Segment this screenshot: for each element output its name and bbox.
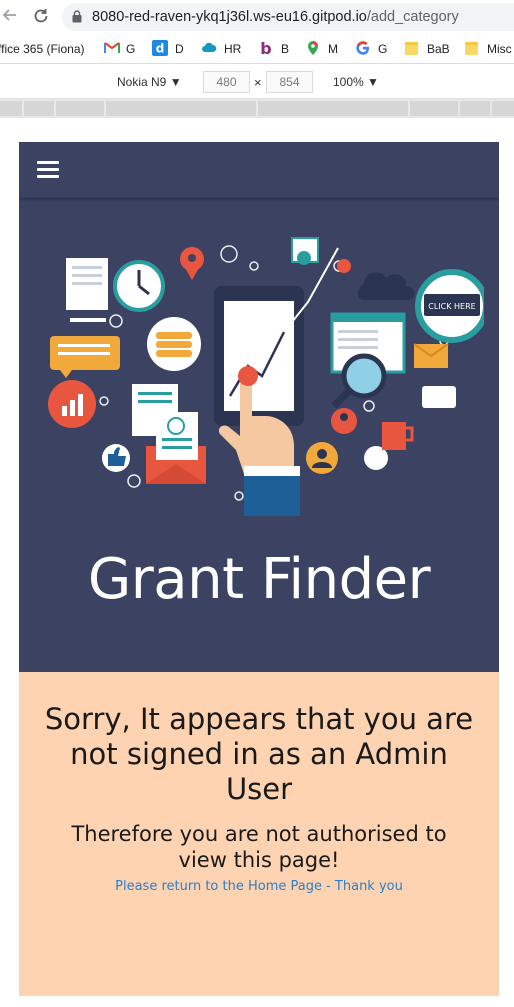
device-viewport: CLICK HERE Grant Finder Sorry, It appear… [19,142,499,996]
bookmarks-bar: ffice 365 (Fiona) G d D HR b B M G BaB M… [0,34,514,64]
not-authorised-message: Therefore you are not authorised to view… [71,822,447,872]
hero-wave [19,622,499,652]
business-illustration: CLICK HERE [48,237,484,516]
zoom-select[interactable]: 100% ▼ [333,75,379,89]
ruler-segment[interactable] [24,101,54,116]
dropdown-arrow-icon: ▼ [367,75,379,89]
home-page-link[interactable]: Please return to the Home Page - Thank y… [19,879,499,894]
device-select[interactable]: Nokia N9 ▼ [117,75,182,89]
url-bar[interactable]: 8080-red-raven-ykq1j36l.ws-eu16.gitpod.i… [62,3,514,31]
ruler-segment[interactable] [492,101,514,116]
site-title: Grant Finder [87,547,431,612]
ruler-segment[interactable] [410,101,458,116]
media-query-ruler [0,99,514,118]
ruler-segment[interactable] [0,101,22,116]
ruler-segment[interactable] [258,101,408,116]
gmail-icon [104,42,120,53]
bookmark-office[interactable]: ffice 365 (Fiona) [0,40,85,58]
bookmark-misc[interactable]: Misc [487,40,512,58]
ruler-segment[interactable] [56,101,104,116]
bookmark-hr[interactable]: HR [224,40,241,58]
d-icon: d [152,40,168,56]
svg-text:d: d [156,42,165,56]
click-here-label: CLICK HERE [428,302,475,311]
bookmark-b[interactable]: B [281,40,289,58]
not-admin-heading: Sorry, It appears that you are not signe… [44,702,474,806]
reload-icon[interactable] [31,7,51,27]
folder-icon [405,42,418,55]
bookmark-bab[interactable]: BaB [427,40,450,58]
url-text: 8080-red-raven-ykq1j36l.ws-eu16.gitpod.i… [92,9,459,25]
google-icon [356,41,369,55]
bookmark-g2[interactable]: G [378,40,387,58]
folder-icon [465,42,478,55]
ruler-segment[interactable] [106,101,256,116]
bookmark-d[interactable]: D [175,40,184,58]
svg-text:b: b [260,40,271,56]
hamburger-menu-icon[interactable] [37,161,59,179]
cloud-icon [202,42,217,52]
hero-section: CLICK HERE Grant Finder [19,142,499,672]
lock-icon [72,10,82,23]
bookmark-m[interactable]: M [328,40,338,58]
bookmark-g1[interactable]: G [126,40,135,58]
width-input[interactable]: 480 [203,71,250,93]
dimension-separator: × [254,75,262,90]
ruler-segment[interactable] [460,101,490,116]
b-icon: b [260,40,271,56]
back-arrow-icon[interactable] [0,7,20,27]
navbar-divider [19,198,499,199]
maps-pin-icon [308,41,318,55]
browser-address-bar: 8080-red-raven-ykq1j36l.ws-eu16.gitpod.i… [0,0,514,34]
dropdown-arrow-icon: ▼ [169,75,182,89]
device-toolbar: Nokia N9 ▼ 480 × 854 100% ▼ [0,65,514,99]
height-input[interactable]: 854 [266,71,313,93]
